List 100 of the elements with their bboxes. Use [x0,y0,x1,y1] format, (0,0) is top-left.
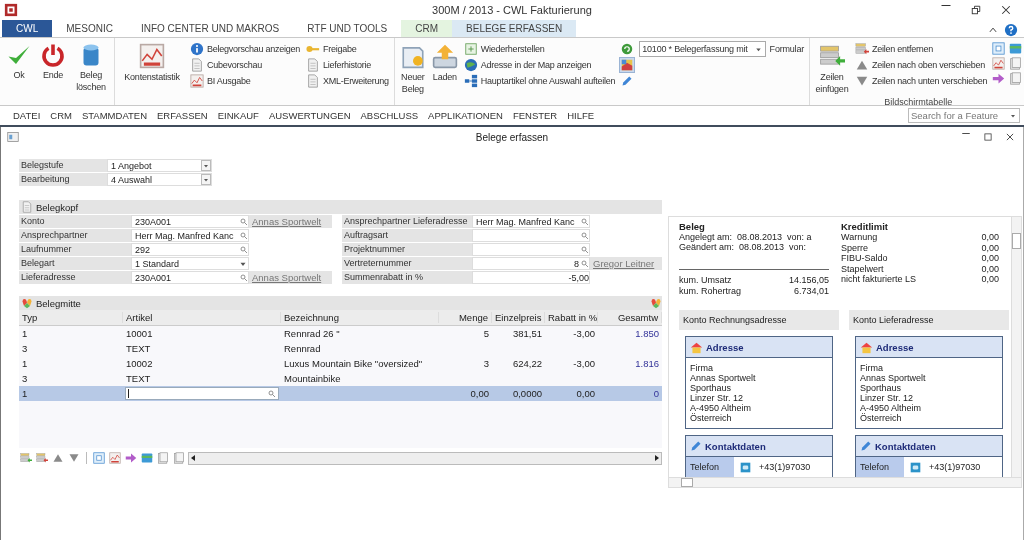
input-field[interactable]: Herr Mag. Manfred Kanc [131,229,249,242]
table-cell-text: Luxus Mountain Bike "oversized" [283,358,424,369]
menu-item[interactable]: STAMMDATEN [76,110,152,121]
info-icon [190,42,204,56]
ribbon-item[interactable]: Wiederherstellen [461,41,618,57]
collapse-icon[interactable] [988,25,998,35]
address-line: Linzer Str. 12 [690,393,745,403]
table-row[interactable]: 3 TEXT Rennrad [19,341,662,356]
ribbon-button[interactable]: Neuer Beleg [397,41,428,103]
column-header[interactable]: Typ [19,312,123,323]
column-header[interactable]: Menge [439,312,492,323]
ribbon-button[interactable]: Ende [37,41,69,103]
table-cell-text: Rennrad 26 " [283,328,341,339]
card-button[interactable] [1008,41,1024,56]
column-header[interactable]: Artikel [123,312,281,323]
input-field[interactable]: 8 [472,257,590,270]
menu-item[interactable]: AUSWERTUNGEN [263,110,356,121]
upload-icon [431,43,458,69]
ribbon-tab[interactable]: INFO CENTER UND MAKROS [126,20,294,37]
menu-item[interactable]: EINKAUF [212,110,264,121]
ribbon-item[interactable]: XML-Erweiterung [304,73,391,89]
table-cell-text: 0,00 [575,388,596,399]
ribbon-button[interactable]: Beleg löschen [71,41,111,103]
card-button[interactable] [140,451,154,465]
vertical-scrollbar[interactable] [1011,217,1021,477]
search-icon [581,217,589,226]
ribbon-item[interactable]: Hauptartikel ohne Auswahl aufteilen [461,73,618,89]
chart-button[interactable] [991,56,1007,71]
field-label: Belegstufe [19,159,107,172]
menu-item[interactable]: FENSTER [507,110,563,121]
tool-button[interactable] [619,57,636,73]
ribbon-item[interactable]: Zeilen entfernen [853,41,990,57]
page-button[interactable] [1008,56,1024,71]
input-field[interactable]: 292 [131,243,249,256]
menu-item[interactable]: APPLIKATIONEN [423,110,508,121]
info-value: 6.734,01 [793,285,829,296]
ribbon-item[interactable]: Belegvorschau anzeigen [188,41,303,57]
ribbon-button[interactable]: Ok [3,41,35,103]
close-button[interactable] [1005,132,1015,142]
table-cell-text: 3 [21,343,29,354]
table-cell-text: 1.816 [634,358,660,369]
table-row[interactable]: 1 0,00 0,0000 0,00 0 [19,386,662,401]
ribbon-item[interactable]: Lieferhistorie [304,57,391,73]
help-icon[interactable] [1004,23,1018,37]
ribbon-button[interactable]: Laden [429,41,460,103]
page-button[interactable] [156,451,170,465]
article-input[interactable] [125,387,279,400]
form-dropdown[interactable]: 10100 * Belegerfassung mit [639,41,766,57]
house-icon [860,340,873,354]
ribbon-item[interactable]: BI Ausgabe [188,73,303,89]
frame-button[interactable] [92,451,106,465]
menu-item[interactable]: ERFASSEN [152,110,213,121]
field-label: Summenrabatt in % [342,271,472,284]
input-field[interactable] [472,229,590,242]
dropdown-field[interactable]: 1 Angebot [107,159,212,172]
close-button[interactable] [1000,4,1012,16]
page-button[interactable] [1008,71,1024,86]
menu-item[interactable]: ABSCHLUSS [355,110,424,121]
ribbon-tab[interactable]: RTF UND TOOLS [293,20,402,37]
page-button[interactable] [172,451,186,465]
column-header[interactable]: Einzelpreis [492,312,545,323]
menu-item[interactable]: CRM [45,110,77,121]
window-icon [7,131,19,143]
menu-item[interactable]: DATEI [8,110,46,121]
ribbon-item[interactable]: Zeilen nach oben verschieben [853,57,990,73]
horizontal-scrollbar[interactable] [669,477,1021,487]
table-row[interactable]: 1 10002 Luxus Mountain Bike "oversized" 3 624,22 -3,00 1.816 [19,356,662,371]
ribbon-button[interactable]: Zeilen einfügen [813,41,851,97]
ribbon-item[interactable]: Zeilen nach unten verschieben [853,73,990,89]
ribbon-item[interactable]: Freigabe [304,41,391,57]
ribbon-tab[interactable]: BELEGE ERFASSEN [452,20,577,37]
ribbon-item[interactable]: Adresse in der Map anzeigen [461,57,618,73]
table-row[interactable]: 1 10001 Rennrad 26 " 5 381,51 -3,00 1.850 [19,326,662,341]
column-header[interactable]: Rabatt in % [545,312,598,323]
search-field[interactable]: Search for a Feature [908,108,1020,123]
input-field[interactable] [472,243,590,256]
ribbon-item[interactable]: Cubevorschau [188,57,303,73]
arrow-button[interactable] [991,71,1007,86]
arrow-button[interactable] [124,451,138,465]
table-row[interactable]: 3 TEXT Mountainbike [19,371,662,386]
ribbon-tab[interactable]: MESONIC [52,20,127,37]
input-field[interactable]: 230A001 [131,271,249,284]
maximize-button[interactable] [983,132,993,142]
input-field[interactable]: Herr Mag. Manfred Kanc [472,215,590,228]
rows-icon [855,42,869,56]
input-field[interactable]: -5,00 [472,271,590,284]
ribbon-tab[interactable]: CWL [2,20,53,37]
input-field[interactable]: 230A001 [131,215,249,228]
column-header[interactable]: Bezeichnung [281,312,439,323]
chart-button[interactable] [108,451,122,465]
ribbon-tab[interactable]: CRM [401,20,453,37]
column-header[interactable]: Gesamtw [598,312,662,323]
menu-item[interactable]: HILFE [562,110,600,121]
address-header: Konto Rechnungsadresse [679,310,839,330]
dropdown-field[interactable]: 1 Standard [131,257,249,270]
ribbon-button[interactable]: Kontenstatistik [118,41,186,103]
horizontal-scrollbar[interactable] [188,451,662,465]
dropdown-field[interactable]: 4 Auswahl [107,173,212,186]
rows-button[interactable] [19,451,33,465]
rows-button[interactable] [35,451,49,465]
